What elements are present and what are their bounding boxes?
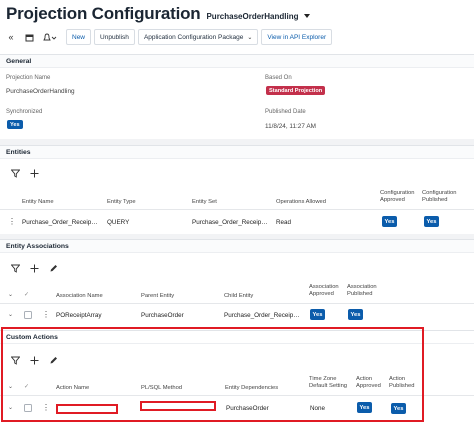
standard-projection-badge: Standard Projection — [266, 86, 326, 95]
associations-tools — [8, 261, 65, 275]
row-menu-icon[interactable]: ⋮ — [42, 311, 50, 319]
row-checkbox[interactable] — [24, 311, 32, 319]
projection-name-label: Projection Name — [6, 75, 51, 81]
col-child-entity: Child Entity — [224, 293, 254, 299]
collapse-icon[interactable]: « — [4, 30, 18, 44]
synchronized-badge: Yes — [7, 120, 23, 129]
col-association-approved: Association Approved — [309, 284, 339, 297]
projection-selector[interactable]: PurchaseOrderHandling — [206, 11, 310, 21]
published-date-label: Published Date — [265, 109, 306, 115]
edit-icon[interactable] — [46, 261, 60, 275]
association-published-badge: Yes — [348, 309, 363, 320]
projection-name-value: PurchaseOrderHandling — [6, 88, 75, 95]
custom-actions-highlight-box — [1, 327, 424, 422]
published-date-value: 11/8/24, 11:27 AM — [265, 123, 316, 130]
col-entity-set: Entity Set — [192, 199, 217, 205]
general-panel: General — [0, 54, 474, 140]
parent-entity-cell: PurchaseOrder — [141, 312, 184, 319]
general-header: General — [0, 55, 474, 68]
unpublish-label: Unpublish — [100, 33, 129, 41]
select-all-check-icon[interactable]: ✓ — [24, 291, 29, 298]
association-name-cell[interactable]: POReceiptArray — [56, 312, 102, 319]
synchronized-label: Synchronized — [6, 109, 43, 115]
col-configuration-approved: Configuration Approved — [380, 190, 415, 203]
page-title: Projection Configuration — [6, 4, 201, 23]
filter-icon[interactable] — [8, 166, 22, 180]
configuration-published-badge: Yes — [424, 216, 439, 227]
row-expand-icon[interactable]: ⌄ — [8, 311, 13, 318]
col-configuration-published: Configuration Published — [422, 190, 457, 203]
add-icon[interactable] — [27, 166, 41, 180]
filter-icon[interactable] — [8, 261, 22, 275]
entity-associations-header: Entity Associations — [0, 240, 474, 253]
row-divider — [0, 209, 474, 210]
col-parent-entity: Parent Entity — [141, 293, 175, 299]
add-icon[interactable] — [27, 261, 41, 275]
association-approved-badge: Yes — [310, 309, 325, 320]
toolbar: « New Unpublish Application Configuratio… — [0, 27, 474, 47]
row-menu-icon[interactable]: ⋮ — [8, 218, 16, 226]
unpublish-button[interactable]: Unpublish — [94, 29, 135, 45]
operations-cell: Read — [276, 219, 292, 226]
expand-all-icon[interactable]: ⌄ — [8, 291, 13, 298]
col-entity-type: Entity Type — [107, 199, 136, 205]
projection-name: PurchaseOrderHandling — [206, 11, 299, 21]
calendar-icon[interactable] — [22, 30, 36, 44]
bell-icon[interactable] — [40, 30, 60, 44]
new-label: New — [72, 33, 86, 41]
entity-set-cell: Purchase_Order_Receip… — [192, 219, 268, 226]
col-entity-name: Entity Name — [22, 199, 54, 205]
caret-down-icon — [303, 14, 310, 18]
based-on-label: Based On — [265, 75, 292, 81]
entities-header: Entities — [0, 146, 474, 159]
chevron-down-icon: ⌄ — [247, 34, 253, 41]
entities-tools — [8, 166, 46, 180]
col-association-name: Association Name — [56, 293, 103, 299]
api-label: View in API Explorer — [267, 33, 327, 41]
col-operations-allowed: Operations Allowed — [276, 199, 326, 205]
child-entity-cell: Purchase_Order_Receip… — [224, 312, 300, 319]
new-button[interactable]: New — [66, 29, 92, 45]
title-row: Projection Configuration PurchaseOrderHa… — [6, 3, 310, 25]
entity-name-cell[interactable]: Purchase_Order_Receip… — [22, 219, 98, 226]
configuration-approved-badge: Yes — [382, 216, 397, 227]
application-configuration-package-button[interactable]: Application Configuration Package ⌄ — [137, 29, 259, 45]
package-label: Application Configuration Package — [143, 33, 244, 41]
entity-type-cell: QUERY — [107, 219, 130, 226]
view-in-api-explorer-button[interactable]: View in API Explorer — [261, 29, 333, 45]
row-divider — [0, 303, 474, 304]
col-association-published: Association Published — [347, 284, 377, 297]
